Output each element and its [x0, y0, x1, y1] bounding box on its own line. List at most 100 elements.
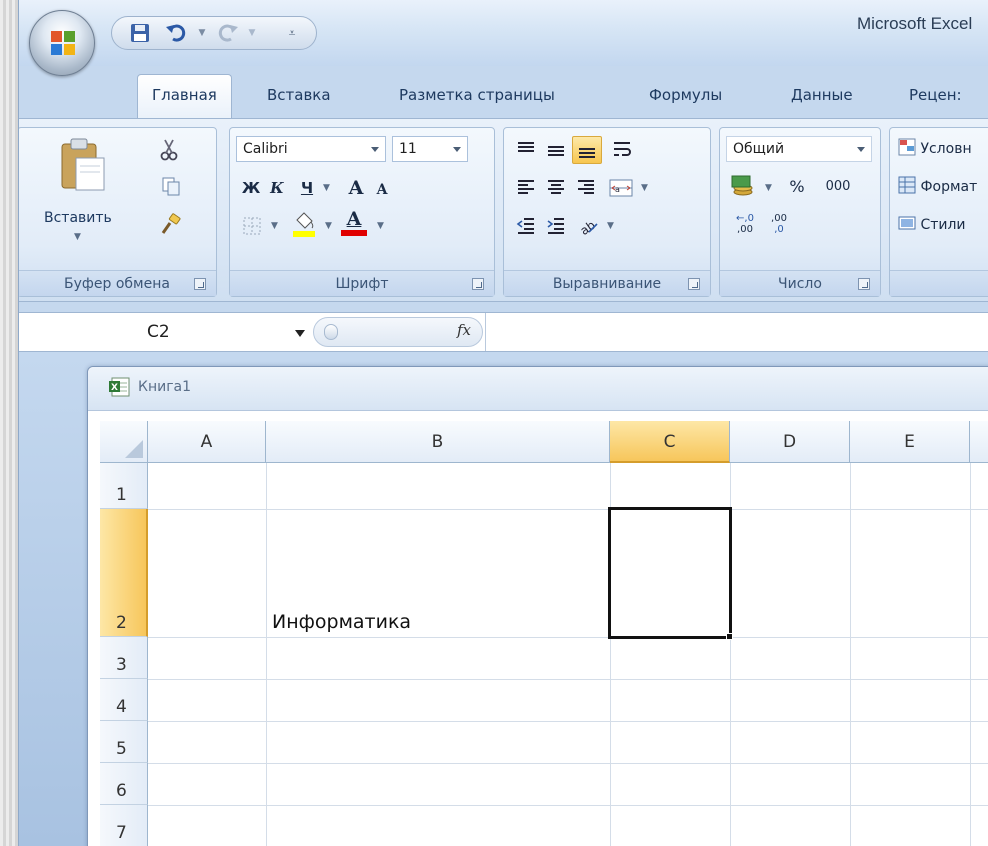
paste-icon	[61, 138, 105, 191]
fill-color-icon[interactable]	[288, 210, 320, 238]
active-cell-c2[interactable]	[608, 507, 732, 639]
align-middle-icon[interactable]	[542, 136, 570, 164]
redo-dropdown-icon[interactable]: ▼	[240, 22, 264, 44]
thousands-button[interactable]: 000	[818, 172, 858, 200]
cut-icon[interactable]	[154, 136, 184, 164]
increase-decimal-label: ,00	[737, 224, 753, 235]
increase-indent-icon[interactable]	[542, 212, 570, 240]
borders-dropdown-icon[interactable]: ▼	[266, 212, 280, 240]
redo-icon[interactable]	[216, 22, 240, 44]
align-center-icon[interactable]	[542, 174, 570, 202]
decrease-decimal-button[interactable]: ,00,0	[762, 210, 796, 238]
alignment-group-label: Выравнивание	[504, 270, 710, 296]
font-color-dropdown-icon[interactable]: ▼	[372, 212, 386, 240]
chevron-down-icon	[453, 147, 461, 152]
save-icon[interactable]	[128, 22, 152, 44]
orientation-icon[interactable]: ab	[574, 212, 602, 240]
office-button[interactable]	[29, 10, 95, 76]
paste-dropdown-icon[interactable]: ▼	[74, 232, 81, 242]
align-left-icon[interactable]	[512, 174, 540, 202]
paste-button[interactable]: Вставить ▼	[44, 136, 118, 246]
merge-center-icon[interactable]: a	[606, 174, 636, 202]
currency-icon[interactable]	[726, 172, 760, 200]
tab-data[interactable]: Данные	[791, 86, 853, 104]
undo-dropdown-icon[interactable]: ▼	[190, 22, 214, 44]
merge-dropdown-icon[interactable]: ▼	[636, 174, 650, 202]
format-painter-icon[interactable]	[156, 210, 186, 238]
column-header-d[interactable]: D	[730, 421, 850, 463]
cell-b2[interactable]: Информатика	[272, 611, 411, 633]
title-bar: ▼ ▼ ⩡ Microsoft Excel	[19, 0, 988, 66]
font-name-value: Calibri	[243, 141, 288, 157]
row-header-4[interactable]: 4	[100, 679, 148, 721]
borders-icon[interactable]	[238, 212, 266, 240]
conditional-formatting-button[interactable]: Условн	[898, 138, 988, 162]
align-bottom-icon[interactable]	[572, 136, 602, 164]
chevron-down-icon	[857, 147, 865, 152]
row-header-5[interactable]: 5	[100, 721, 148, 763]
alignment-launcher-icon[interactable]	[688, 278, 700, 290]
format-as-table-button[interactable]: Формат	[898, 176, 988, 200]
shrink-font-button[interactable]: A	[370, 176, 394, 204]
workspace: X Книга1 A B C D E 1 2 3 4 5 6 7 Информа…	[19, 352, 988, 846]
font-launcher-icon[interactable]	[472, 278, 484, 290]
currency-dropdown-icon[interactable]: ▼	[760, 174, 774, 202]
paste-label: Вставить	[44, 210, 112, 226]
fill-color-dropdown-icon[interactable]: ▼	[320, 212, 334, 240]
name-box[interactable]: C2	[147, 322, 170, 342]
tab-home[interactable]: Главная	[137, 74, 232, 120]
column-header-f[interactable]	[970, 421, 988, 463]
copy-icon[interactable]	[156, 172, 186, 200]
clipboard-group-label: Буфер обмена	[19, 270, 216, 296]
clipboard-group: Вставить ▼ Буфер обмена	[19, 127, 217, 297]
grid-line	[148, 805, 988, 806]
increase-decimal-button[interactable]: ←,0,00	[728, 210, 762, 238]
row-header-6[interactable]: 6	[100, 763, 148, 805]
column-header-e[interactable]: E	[850, 421, 970, 463]
font-color-button[interactable]: A	[338, 208, 370, 236]
grid-line	[148, 637, 988, 638]
italic-button[interactable]: К	[264, 174, 290, 202]
column-header-c[interactable]: C	[610, 421, 730, 463]
font-size-combo[interactable]: 11	[392, 136, 468, 162]
quick-access-toolbar: ▼ ▼ ⩡	[111, 16, 317, 50]
column-header-b[interactable]: B	[266, 421, 610, 463]
insert-function-button[interactable]: fx	[457, 321, 471, 339]
font-color-swatch	[341, 230, 367, 236]
row-header-1[interactable]: 1	[100, 463, 148, 509]
row-header-2[interactable]: 2	[100, 509, 148, 637]
row-header-7[interactable]: 7	[100, 805, 148, 846]
grow-font-button[interactable]: A	[342, 174, 370, 202]
undo-icon[interactable]	[164, 22, 188, 44]
tab-insert[interactable]: Вставка	[267, 86, 331, 104]
number-format-combo[interactable]: Общий	[726, 136, 872, 162]
fill-handle[interactable]	[726, 633, 733, 640]
wrap-text-icon[interactable]	[608, 136, 636, 164]
clipboard-launcher-icon[interactable]	[194, 278, 206, 290]
underline-button[interactable]: Ч	[294, 174, 320, 202]
decrease-indent-icon[interactable]	[512, 212, 540, 240]
underline-dropdown-icon[interactable]: ▼	[318, 174, 332, 202]
svg-text:a: a	[615, 185, 620, 194]
align-right-icon[interactable]	[572, 174, 600, 202]
percent-button[interactable]: %	[782, 172, 812, 200]
formula-tools-handle-icon[interactable]	[324, 324, 338, 340]
row-header-3[interactable]: 3	[100, 637, 148, 679]
tab-formulas[interactable]: Формулы	[649, 86, 722, 104]
formula-input[interactable]	[491, 313, 988, 351]
cell-styles-button[interactable]: Стили	[898, 214, 988, 238]
customize-qat-icon[interactable]: ⩡	[280, 22, 304, 44]
orientation-dropdown-icon[interactable]: ▼	[602, 212, 616, 240]
select-all-button[interactable]	[100, 421, 148, 463]
grid-line	[148, 509, 988, 510]
grid-line	[148, 721, 988, 722]
align-top-icon[interactable]	[512, 136, 540, 164]
number-launcher-icon[interactable]	[858, 278, 870, 290]
tab-page-layout[interactable]: Разметка страницы	[399, 86, 555, 104]
name-box-dropdown-icon[interactable]	[295, 330, 305, 337]
tab-review[interactable]: Рецен:	[909, 86, 962, 104]
chevron-down-icon	[371, 147, 379, 152]
font-name-combo[interactable]: Calibri	[236, 136, 386, 162]
bold-button[interactable]: Ж	[238, 174, 264, 202]
column-header-a[interactable]: A	[148, 421, 266, 463]
